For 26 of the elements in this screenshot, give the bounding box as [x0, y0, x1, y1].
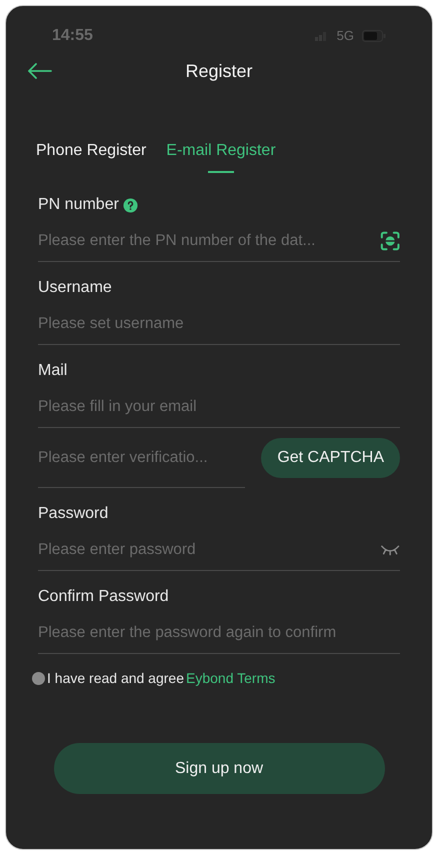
text-input[interactable]: Please set username — [38, 312, 400, 336]
get-captcha-button[interactable]: Get CAPTCHA — [261, 438, 400, 478]
verification-code-input[interactable]: Please enter verificatio... — [38, 446, 245, 470]
register-tab[interactable]: Phone Register — [36, 139, 146, 173]
network-label: 5G — [336, 27, 354, 46]
text-input[interactable]: Please enter the password again to confirm — [38, 621, 400, 644]
field-label: PN number — [38, 195, 119, 215]
field-label: Password — [38, 504, 108, 524]
status-time: 14:55 — [52, 26, 93, 46]
field-label: Mail — [38, 361, 68, 381]
register-tab[interactable]: E-mail Register — [166, 139, 276, 173]
agree-radio[interactable] — [32, 672, 45, 685]
sign-up-button[interactable]: Sign up now — [54, 743, 384, 794]
terms-link[interactable]: Eybond Terms — [186, 668, 276, 689]
agreement-text: I have read and agree — [47, 669, 184, 688]
page-title: Register — [185, 60, 253, 83]
battery-icon — [362, 30, 386, 42]
field-label: Confirm Password — [38, 587, 169, 607]
field-label: Username — [38, 278, 112, 298]
text-input[interactable]: Please enter the PN number of the dat... — [38, 229, 372, 252]
text-input[interactable]: Please enter password — [38, 538, 372, 562]
scan-icon[interactable] — [380, 230, 400, 252]
back-arrow-icon[interactable] — [28, 63, 52, 79]
text-input[interactable]: Please fill in your email — [38, 395, 400, 418]
eye-closed-icon[interactable] — [380, 544, 400, 556]
help-icon[interactable] — [122, 198, 138, 212]
